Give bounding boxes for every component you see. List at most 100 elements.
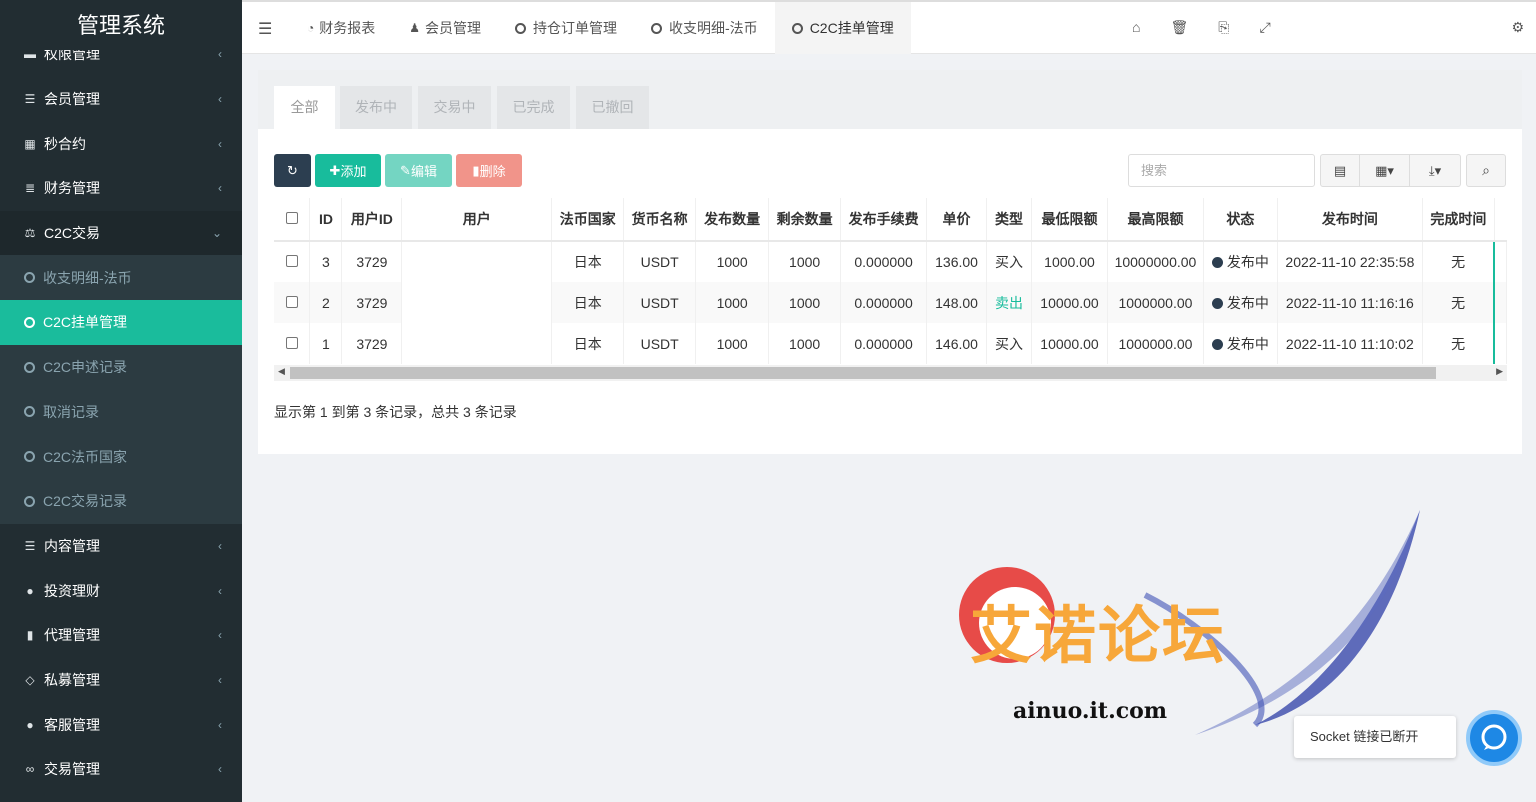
trash-icon[interactable]: 🗑 <box>1170 19 1188 36</box>
cell-country: 日本 <box>551 241 625 282</box>
tab-members[interactable]: ♟ 会员管理 <box>392 2 498 54</box>
row-checkbox-cell[interactable] <box>274 282 311 323</box>
sidebar-item-service[interactable]: ● 客服管理 ‹ <box>0 702 242 747</box>
tab-positions[interactable]: 持仓订单管理 <box>498 2 634 54</box>
home-icon[interactable]: ⌂ <box>1132 19 1140 36</box>
cell-qty: 1000 <box>695 282 770 323</box>
checkbox[interactable] <box>285 212 298 224</box>
checkbox[interactable] <box>285 336 298 349</box>
col-header[interactable]: 完成时间 <box>1422 198 1495 242</box>
sidebar-subitem-countries[interactable]: C2C法币国家 <box>0 434 242 479</box>
tab-c2c-orders[interactable]: C2C挂单管理 <box>774 2 911 54</box>
sidebar-item-finance[interactable]: ≣ 财务管理 ‹ <box>0 166 242 211</box>
search-input[interactable]: 搜索 <box>1128 154 1315 187</box>
watermark-text: 艾诺论坛 <box>970 599 1227 672</box>
col-header[interactable]: 单价 <box>926 198 988 242</box>
col-header[interactable]: 发布手续费 <box>840 198 928 242</box>
filter-tab-withdrawn[interactable]: 已撤回 <box>576 86 649 129</box>
columns-dropdown-button[interactable]: ▦▾ <box>1360 155 1410 186</box>
tab-income[interactable]: 收支明细-法币 <box>634 2 775 54</box>
gear-icon[interactable]: ⚙ <box>1511 19 1524 36</box>
cell-id: 3 <box>309 241 343 282</box>
table-row[interactable]: 3 3729 日本 USDT 1000 1000 0.000000 136.00… <box>274 241 1507 282</box>
col-header[interactable]: 发布时间 <box>1277 198 1423 242</box>
checkbox[interactable] <box>285 295 298 308</box>
sidebar-submenu-c2c: 收支明细-法币 C2C挂单管理 C2C申述记录 取消记录 C2C法币国家 C2C… <box>0 255 242 524</box>
plus-icon: ✚ <box>329 162 341 178</box>
tab-label: 持仓订单管理 <box>533 20 618 36</box>
sidebar-subitem-trades[interactable]: C2C交易记录 <box>0 479 242 524</box>
status-text: 发布中 <box>1226 254 1269 270</box>
tab-finance-report[interactable]: ◔ 财务报表 <box>290 2 392 54</box>
sidebar-item-trading[interactable]: ∞ 交易管理 ‹ <box>0 747 242 792</box>
refresh-button[interactable]: ↻ <box>274 154 311 187</box>
col-header[interactable]: 货币名称 <box>623 198 697 242</box>
sidebar-item-invest[interactable]: ● 投资理财 ‹ <box>0 568 242 613</box>
cell-qty: 1000 <box>695 323 770 364</box>
diamond-icon: ◇ <box>25 672 35 687</box>
table-icon: ▤ <box>1333 162 1347 178</box>
top-header: ☰ ◔ 财务报表 ♟ 会员管理 持仓订单管理 收支明细-法币 C2C挂单管理 ⌂… <box>242 0 1536 54</box>
search-button[interactable]: ⌕ <box>1466 154 1506 187</box>
col-header[interactable]: 发布数量 <box>695 198 770 242</box>
table-row[interactable]: 2 3729 日本 USDT 1000 1000 0.000000 148.00… <box>274 282 1507 323</box>
list-icon: ☰ <box>24 92 36 107</box>
comment-icon: ● <box>26 717 34 732</box>
app-title: 管理系统 <box>0 0 242 50</box>
cell-id: 1 <box>309 323 343 364</box>
table-row[interactable]: 1 3729 日本 USDT 1000 1000 0.000000 146.00… <box>274 323 1507 364</box>
sidebar-subitem-c2c-orders[interactable]: C2C挂单管理 <box>0 300 242 345</box>
filter-tab-all[interactable]: 全部 <box>274 86 335 129</box>
sidebar-item-agent[interactable]: ▮ 代理管理 ‹ <box>0 613 242 658</box>
balance-icon: ⚖ <box>24 226 36 241</box>
col-header[interactable]: 法币国家 <box>551 198 625 242</box>
col-header[interactable]: 最高限额 <box>1107 198 1204 242</box>
sidebar-item-content[interactable]: ☰ 内容管理 ‹ <box>0 524 242 569</box>
scroll-right-icon[interactable]: ▶ <box>1496 366 1503 377</box>
cell-operate <box>1493 323 1507 364</box>
sidebar-subitem-income[interactable]: 收支明细-法币 <box>0 255 242 300</box>
add-button[interactable]: ✚ 添加 <box>315 154 381 187</box>
sidebar-item-members[interactable]: ☰ 会员管理 ‹ <box>0 77 242 122</box>
row-checkbox-cell[interactable] <box>274 323 311 364</box>
select-all-checkbox[interactable] <box>274 198 311 242</box>
filter-tab-completed[interactable]: 已完成 <box>497 86 570 129</box>
col-header[interactable]: 用户ID <box>341 198 403 242</box>
col-header[interactable]: 剩余数量 <box>768 198 842 242</box>
status-text: 发布中 <box>1226 335 1269 352</box>
sidebar-item-label: 会员管理 <box>44 91 100 108</box>
translate-icon[interactable]: ⎘ <box>1218 19 1229 36</box>
scrollbar-thumb[interactable] <box>290 367 1436 379</box>
sidebar-item-c2c[interactable]: ⚖ C2C交易 ⌄ <box>0 210 242 256</box>
edit-button[interactable]: ✎ 编辑 <box>385 154 452 187</box>
col-header[interactable]: 最低限额 <box>1031 198 1108 242</box>
sidebar-subitem-appeals[interactable]: C2C申述记录 <box>0 345 242 390</box>
filter-tab-trading[interactable]: 交易中 <box>418 86 491 129</box>
cell-remain: 1000 <box>768 323 842 364</box>
sidebar-item-private[interactable]: ◇ 私募管理 ‹ <box>0 658 242 703</box>
export-dropdown-button[interactable]: ⤓▾ <box>1410 155 1460 186</box>
col-header[interactable]: 状态 <box>1203 198 1278 242</box>
sidebar-subitem-cancel[interactable]: 取消记录 <box>0 390 242 435</box>
col-header[interactable]: ID <box>309 198 343 242</box>
chat-button[interactable] <box>1466 710 1522 766</box>
table-toolbar: ↻ ✚ 添加 ✎ 编辑 ▮ 删除 <box>274 154 522 187</box>
fullscreen-icon[interactable]: ⤢ <box>1259 19 1270 36</box>
filter-tab-publishing[interactable]: 发布中 <box>340 86 412 129</box>
edit-label: 编辑 <box>410 164 437 179</box>
chevron-left-icon: ‹ <box>218 538 222 553</box>
cell-user-id: 3729 <box>341 282 403 323</box>
sidebar-subitem-label: 收支明细-法币 <box>43 269 132 286</box>
toggle-view-button[interactable]: ▤ <box>1321 155 1360 186</box>
col-header[interactable]: 用户 <box>401 198 553 242</box>
horizontal-scrollbar[interactable]: ◀ ▶ <box>274 365 1507 381</box>
delete-button[interactable]: ▮ 删除 <box>456 154 522 187</box>
scroll-left-icon[interactable]: ◀ <box>278 366 285 377</box>
menu-toggle-icon[interactable]: ☰ <box>258 19 272 39</box>
row-checkbox-cell[interactable] <box>274 241 311 282</box>
export-icon: ⤓▾ <box>1428 162 1442 178</box>
chevron-left-icon: ‹ <box>218 92 222 107</box>
checkbox[interactable] <box>285 255 298 267</box>
col-header[interactable]: 类型 <box>986 198 1032 242</box>
sidebar-item-contract[interactable]: ▦ 秒合约 ‹ <box>0 121 242 166</box>
